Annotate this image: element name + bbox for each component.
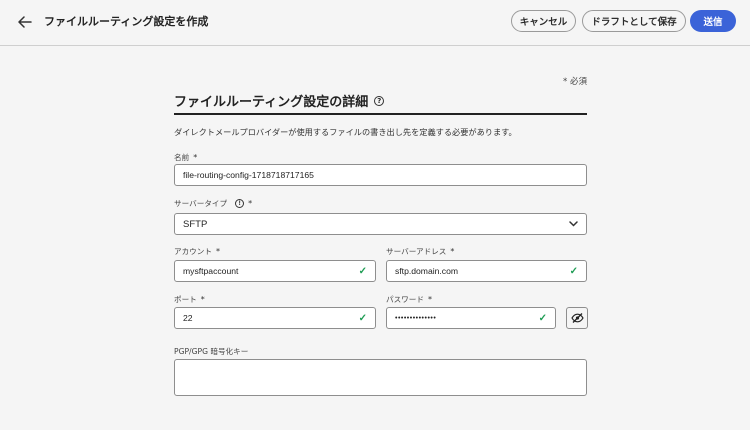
checkmark-icon: ✓ [569, 265, 578, 277]
port-value: 22 [183, 313, 193, 323]
port-label-text: ポート [174, 295, 197, 304]
checkmark-icon: ✓ [358, 312, 367, 324]
required-note: * 必須 [563, 77, 587, 87]
password-label-text: パスワード [386, 295, 424, 304]
password-value: •••••••••••••• [395, 314, 437, 322]
account-field[interactable]: mysftpaccount ✓ [174, 260, 376, 282]
back-button[interactable] [14, 11, 36, 33]
back-arrow-icon [18, 16, 32, 28]
port-field[interactable]: 22 ✓ [174, 307, 376, 329]
cancel-button[interactable]: キャンセル [511, 10, 576, 32]
name-field[interactable]: file-routing-config-1718718717165 [174, 164, 587, 186]
save-draft-button[interactable]: ドラフトとして保存 [582, 10, 686, 32]
account-label: アカウント * [174, 246, 220, 257]
required-asterisk: * [193, 153, 198, 162]
eye-off-icon [570, 313, 584, 323]
name-label-text: 名前 [174, 153, 190, 162]
required-asterisk: * [215, 247, 220, 256]
checkmark-icon: ✓ [358, 265, 367, 277]
send-button[interactable]: 送信 [690, 10, 736, 32]
name-label: 名前 * [174, 152, 197, 163]
name-value: file-routing-config-1718718717165 [183, 170, 314, 180]
section-divider [174, 113, 587, 115]
page-title: ファイルルーティング設定を作成 [44, 15, 209, 28]
port-label: ポート * [174, 294, 205, 305]
server-type-value: SFTP [183, 218, 208, 230]
server-address-value: sftp.domain.com [395, 266, 459, 276]
section-title: ファイルルーティング設定の詳細 ? [174, 91, 385, 110]
header-bar: ファイルルーティング設定を作成 キャンセル ドラフトとして保存 送信 [0, 0, 750, 46]
checkmark-icon: ✓ [538, 312, 547, 324]
chevron-down-icon [569, 221, 578, 227]
server-address-field[interactable]: sftp.domain.com ✓ [386, 260, 587, 282]
password-visibility-toggle[interactable] [566, 307, 588, 329]
required-asterisk: * [427, 295, 432, 304]
account-label-text: アカウント [174, 247, 212, 256]
server-type-help-icon[interactable]: ! [235, 199, 245, 208]
pgp-key-textarea[interactable] [174, 359, 587, 396]
server-address-label: サーバーアドレス * [386, 246, 454, 257]
server-address-label-text: サーバーアドレス [386, 247, 447, 256]
required-asterisk: * [200, 295, 205, 304]
pgp-key-label: PGP/GPG 暗号化キー [174, 346, 248, 357]
section-title-text: ファイルルーティング設定の詳細 [174, 95, 369, 110]
required-asterisk: * [248, 199, 253, 208]
password-label: パスワード * [386, 294, 432, 305]
help-icon[interactable]: ? [374, 95, 385, 106]
account-value: mysftpaccount [183, 266, 239, 276]
server-type-label: サーバータイプ ! * [174, 198, 252, 209]
section-description: ダイレクトメールプロバイダーが使用するファイルの書き出し先を定義する必要がありま… [174, 127, 517, 137]
pgp-key-label-text: PGP/GPG 暗号化キー [174, 347, 249, 356]
server-type-label-text: サーバータイプ [174, 199, 228, 208]
required-asterisk: * [450, 247, 455, 256]
password-field[interactable]: •••••••••••••• ✓ [386, 307, 556, 329]
server-type-select[interactable]: SFTP [174, 213, 587, 235]
